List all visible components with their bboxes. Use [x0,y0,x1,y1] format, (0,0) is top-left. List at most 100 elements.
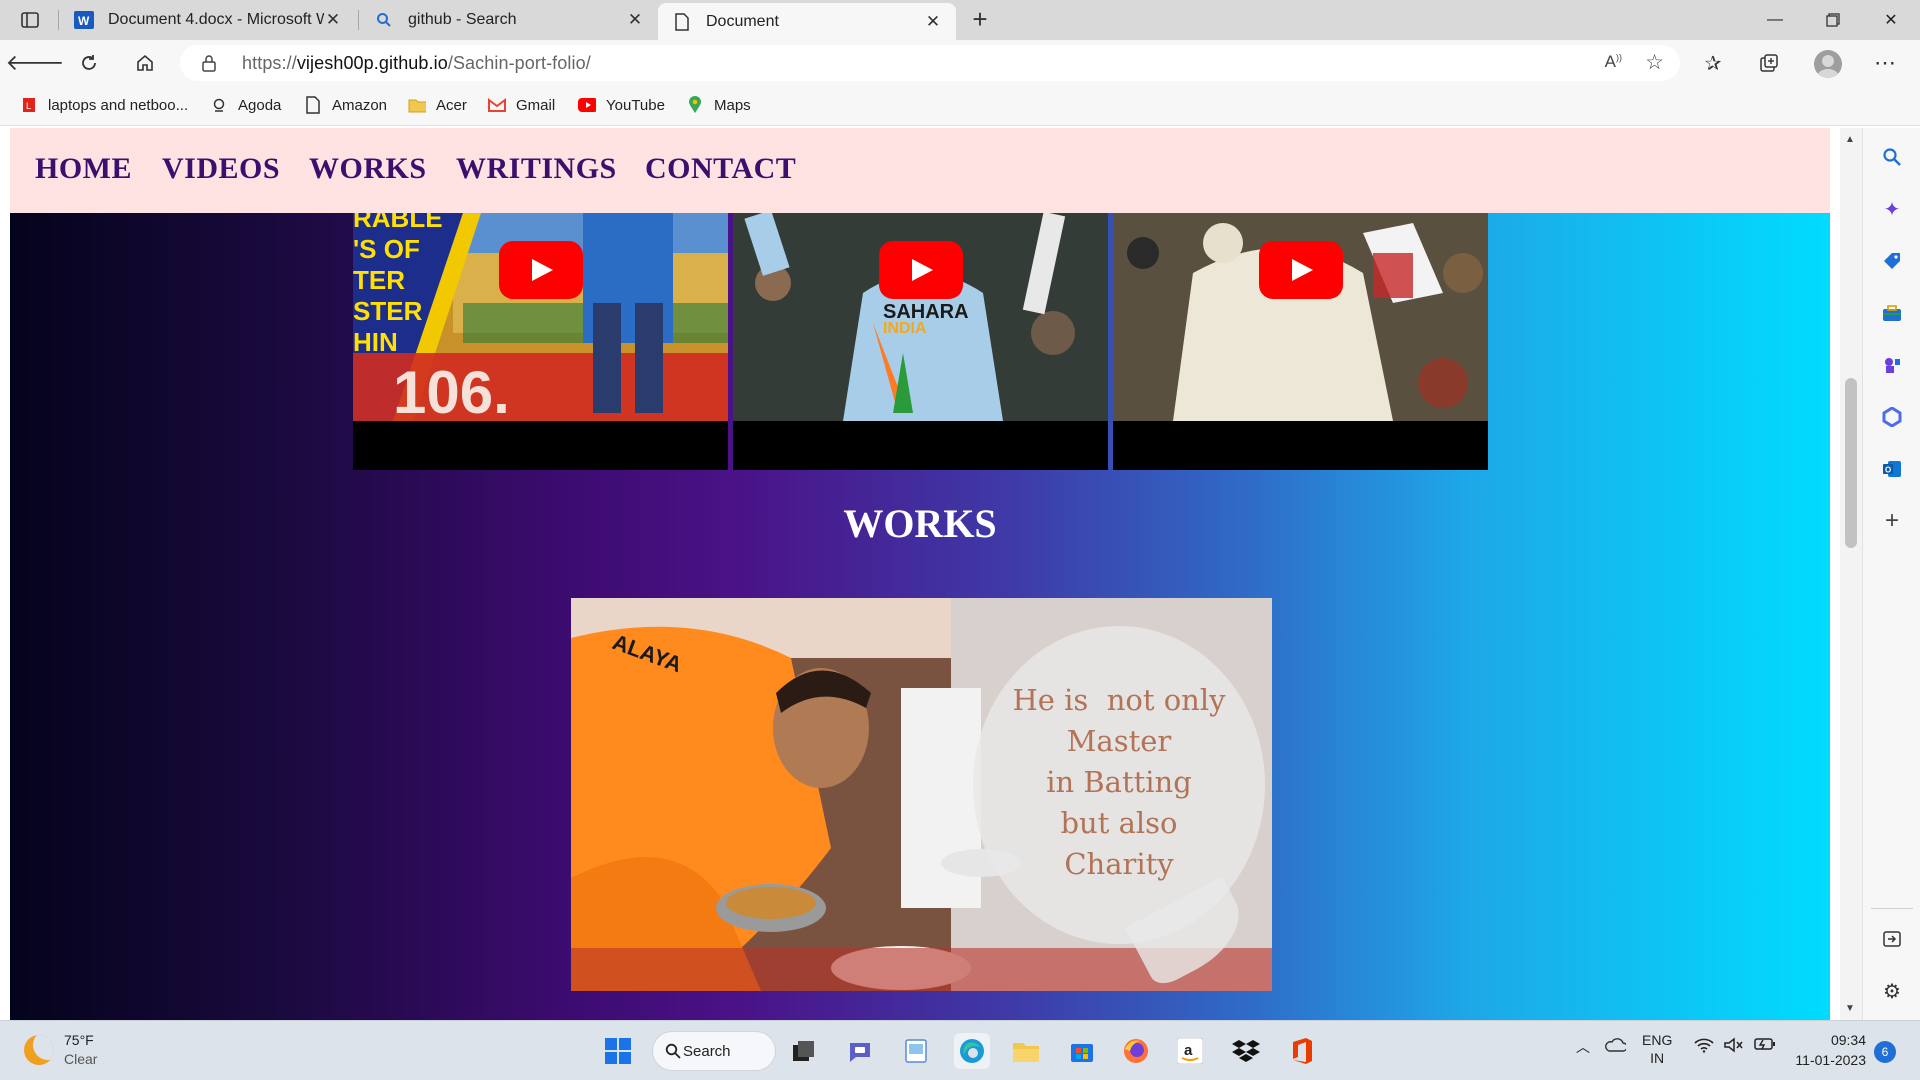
window-controls: — ✕ [1746,0,1920,40]
back-button[interactable]: 🡐 [6,47,65,79]
tab-strip: W Document 4.docx - Microsoft Word ✕ git… [0,0,1920,40]
thumb-text-3: TER [353,265,405,295]
scroll-down-arrow[interactable]: ▼ [1845,1003,1855,1014]
youtube-play-button[interactable] [1259,241,1343,299]
sidebar-divider [1871,908,1913,909]
page-scrollbar[interactable]: ▲ ▼ [1840,128,1862,1020]
minimize-button[interactable]: — [1746,0,1804,40]
file-explorer-button[interactable] [1008,1033,1044,1069]
sidebar-outlook-icon[interactable]: O [1877,454,1907,484]
settings-menu-button[interactable]: ⋯ [1868,47,1902,79]
language-indicator[interactable]: ENG IN [1642,1031,1672,1067]
sidebar-add-icon[interactable]: + [1877,506,1907,536]
favorite-acer[interactable]: Acer [408,96,467,114]
refresh-button[interactable] [72,47,106,79]
lock-icon[interactable] [202,54,216,77]
tab-github-search[interactable]: github - Search ✕ [360,0,658,40]
tab-title: Document [706,12,779,30]
notification-badge[interactable]: 6 [1874,1041,1896,1063]
works-quote: He is not only Master in Batting but als… [973,680,1265,885]
works-image: ALAYA He is not only Master in Batting b… [571,598,1272,991]
video-embed-2[interactable]: SAHARA INDIA [733,213,1108,470]
firefox-button[interactable] [1118,1033,1154,1069]
amazon-app-button[interactable]: a [1172,1033,1208,1069]
sidebar-office-icon[interactable] [1877,402,1907,432]
task-view-button[interactable] [786,1033,822,1069]
edge-browser-button[interactable] [954,1033,990,1069]
address-bar[interactable]: https://vijesh00p.github.io/Sachin-port-… [180,45,1680,81]
document-icon [672,12,692,32]
add-favorite-icon[interactable]: ☆ [1645,50,1664,75]
quote-line: Master [1066,724,1172,758]
favorite-youtube[interactable]: YouTube [578,96,665,114]
tab-actions-button[interactable] [14,6,46,34]
onedrive-icon[interactable] [1604,1037,1628,1057]
wifi-icon[interactable] [1694,1037,1714,1057]
search-icon [665,1043,681,1059]
nav-writings[interactable]: WRITINGS [456,152,617,186]
favorite-label: Amazon [332,96,388,114]
sidebar-search-icon[interactable] [1877,142,1907,172]
close-icon[interactable]: ✕ [626,10,644,30]
sidebar-discover-icon[interactable]: ✦ [1877,194,1907,224]
svg-text:W: W [78,14,90,28]
favorite-agoda[interactable]: Agoda [210,96,281,114]
youtube-play-button[interactable] [499,241,583,299]
start-button[interactable] [600,1033,636,1069]
close-window-button[interactable]: ✕ [1862,0,1920,40]
lenovo-icon: L [20,96,38,114]
video-embed-3[interactable] [1113,213,1488,470]
clock[interactable]: 09:34 11-01-2023 [1786,1030,1866,1070]
lang-bottom: IN [1650,1050,1665,1066]
word-icon: W [74,10,94,30]
nav-contact[interactable]: CONTACT [645,152,796,186]
nav-home[interactable]: HOME [35,152,132,186]
maximize-button[interactable] [1804,0,1862,40]
collections-icon [1760,54,1778,72]
profile-avatar[interactable] [1814,50,1842,78]
close-icon[interactable]: ✕ [324,10,342,30]
scrollbar-thumb[interactable] [1845,378,1857,548]
sidebar-settings-icon[interactable]: ⚙ [1877,976,1907,1006]
dropbox-button[interactable] [1228,1033,1264,1069]
folder-icon [1013,1043,1039,1062]
favorite-amazon[interactable]: Amazon [304,96,387,114]
favorite-label: Agoda [238,96,282,114]
nav-works[interactable]: WORKS [309,152,427,186]
tab-word-document[interactable]: W Document 4.docx - Microsoft Word ✕ [60,0,356,40]
new-tab-button[interactable]: + [964,4,996,36]
volume-muted-icon[interactable] [1724,1037,1744,1057]
youtube-play-button[interactable] [879,241,963,299]
home-button[interactable] [128,47,162,79]
tray-overflow-icon[interactable]: ︿ [1576,1037,1590,1057]
favorite-maps[interactable]: Maps [686,96,751,114]
video-embed-1[interactable]: 106. RABLE 'S OF TER STER HIN [353,213,728,470]
folder-icon [408,96,426,114]
battery-icon[interactable] [1754,1037,1776,1055]
ms-store-button[interactable] [1064,1033,1100,1069]
office-button[interactable] [1284,1033,1320,1069]
favorite-gmail[interactable]: Gmail [488,96,555,114]
taskbar-search[interactable]: Search [652,1031,776,1071]
weather-widget[interactable]: 75°F Clear [24,1031,97,1069]
screen: W Document 4.docx - Microsoft Word ✕ git… [0,0,1920,1080]
sidebar-tools-icon[interactable] [1877,298,1907,328]
home-icon [137,54,153,71]
url-host: vijesh00p.github.io [296,53,448,73]
sidebar-games-icon[interactable] [1877,350,1907,380]
sidebar-hide-icon[interactable] [1877,924,1907,954]
tab-separator [358,10,359,30]
close-icon[interactable]: ✕ [924,12,942,32]
clock-date: 11-01-2023 [1795,1052,1866,1068]
tab-document[interactable]: Document ✕ [658,3,956,40]
read-aloud-icon[interactable]: A)) [1605,52,1622,72]
favorites-button[interactable]: ✰ [1696,47,1730,79]
nav-videos[interactable]: VIDEOS [162,152,280,186]
collections-button[interactable] [1752,47,1786,79]
read-aloud-label: A [1604,52,1616,71]
paint-app-button[interactable] [898,1033,934,1069]
sidebar-shopping-icon[interactable] [1877,246,1907,276]
teams-chat-button[interactable] [842,1033,878,1069]
scroll-up-arrow[interactable]: ▲ [1845,134,1855,145]
favorite-laptops[interactable]: L laptops and netboo... [20,96,188,114]
